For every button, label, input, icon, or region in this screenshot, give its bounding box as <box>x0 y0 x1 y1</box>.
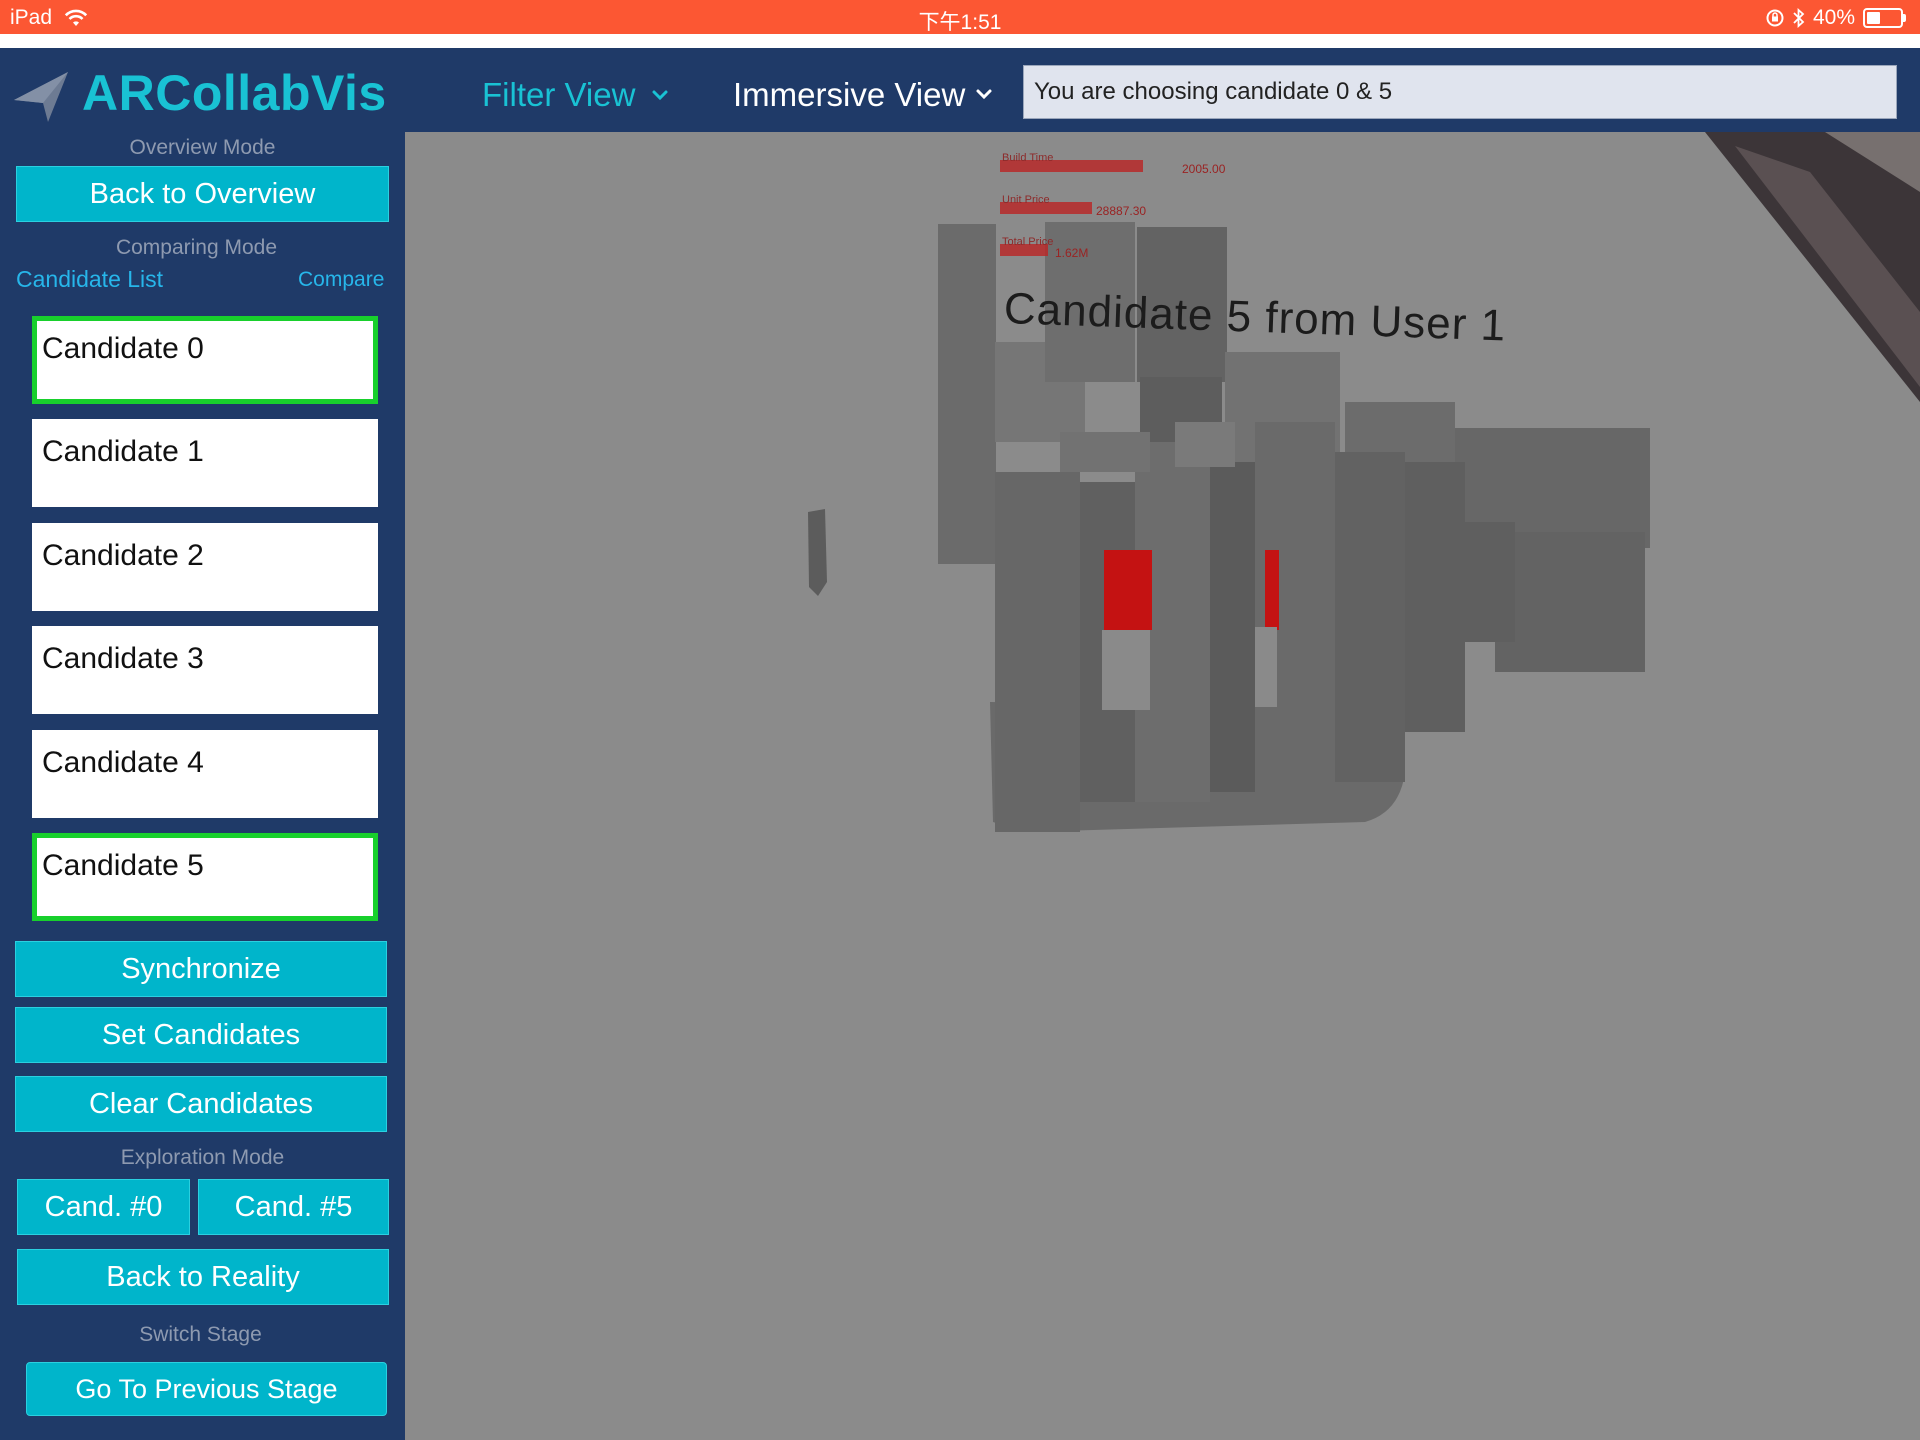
chevron-down-icon <box>652 90 668 101</box>
building <box>1495 532 1645 672</box>
sidebar: Overview Mode Back to Overview Comparing… <box>0 132 405 1440</box>
candidate-item-3[interactable]: Candidate 3 <box>32 626 378 714</box>
battery-nub <box>1903 14 1906 22</box>
building <box>1210 462 1255 792</box>
status-right: 40% <box>1765 6 1906 30</box>
bar-label-build-time: Build Time <box>1002 152 1054 164</box>
back-to-reality-button[interactable]: Back to Reality <box>17 1249 389 1305</box>
candidate-item-0[interactable]: Candidate 0 <box>32 316 378 404</box>
highlighted-building-0 <box>1104 550 1152 630</box>
synchronize-button[interactable]: Synchronize <box>15 941 387 997</box>
orientation-lock-icon <box>1766 9 1784 27</box>
previous-stage-button[interactable]: Go To Previous Stage <box>26 1362 387 1416</box>
bar-value-build-time: 2005.00 <box>1182 162 1226 176</box>
battery-icon <box>1863 8 1906 28</box>
candidate-item-2[interactable]: Candidate 2 <box>32 523 378 611</box>
app-title: ARCollabVis <box>82 65 387 121</box>
distant-building <box>808 509 827 596</box>
candidate-item-5[interactable]: Candidate 5 <box>32 833 378 921</box>
cand-0-button[interactable]: Cand. #0 <box>17 1179 190 1235</box>
candidate-item-4[interactable]: Candidate 4 <box>32 730 378 818</box>
bar-label-total-price: Total Price <box>1002 236 1054 248</box>
bar-label-unit-price: Unit Price <box>1002 194 1050 206</box>
exploration-mode-label: Exploration Mode <box>120 1146 285 1169</box>
battery-fill <box>1867 12 1880 24</box>
building <box>938 224 996 564</box>
back-to-overview-button[interactable]: Back to Overview <box>16 166 389 222</box>
cand-5-button[interactable]: Cand. #5 <box>198 1179 389 1235</box>
comparing-mode-label: Comparing Mode <box>115 236 278 259</box>
battery-outline <box>1863 8 1903 28</box>
building <box>1335 452 1405 782</box>
set-candidates-button[interactable]: Set Candidates <box>15 1007 387 1063</box>
building-gap <box>1255 627 1277 707</box>
building <box>1405 462 1465 732</box>
candidate-list-link[interactable]: Candidate List <box>16 266 163 293</box>
tab-immersive-view-label: Immersive View <box>733 76 966 113</box>
bar-value-total-price: 1.62M <box>1055 246 1089 260</box>
building-gap <box>1102 630 1150 710</box>
tab-filter-view[interactable]: Filter View <box>482 76 671 114</box>
compare-link[interactable]: Compare <box>298 268 384 292</box>
bar-value-unit-price: 28887.30 <box>1096 204 1147 218</box>
bluetooth-icon <box>1793 8 1805 28</box>
highlighted-building-5 <box>1265 550 1279 630</box>
overview-mode-label: Overview Mode <box>129 136 276 159</box>
chevron-down-icon <box>976 89 992 100</box>
tab-filter-view-label: Filter View <box>482 76 636 113</box>
clock: 下午1:51 <box>918 11 1002 34</box>
status-bar: iPad 下午1:51 40% <box>0 0 1920 34</box>
building <box>1175 422 1235 467</box>
status-divider <box>0 34 1920 48</box>
location-arrow-icon <box>14 72 68 122</box>
candidate-status-field[interactable] <box>1023 65 1897 119</box>
ar-scene[interactable]: Build Time 2005.00 Unit Price 28887.30 T… <box>405 132 1920 1440</box>
building <box>995 472 1080 832</box>
candidate-item-1[interactable]: Candidate 1 <box>32 419 378 507</box>
switch-stage-label: Switch Stage <box>139 1323 262 1346</box>
clear-candidates-button[interactable]: Clear Candidates <box>15 1076 387 1132</box>
building <box>1060 432 1150 472</box>
navigation-bar: ARCollabVis Filter View Immersive View <box>0 48 1920 132</box>
battery-percent: 40% <box>1812 6 1855 29</box>
tab-immersive-view[interactable]: Immersive View <box>733 76 995 114</box>
